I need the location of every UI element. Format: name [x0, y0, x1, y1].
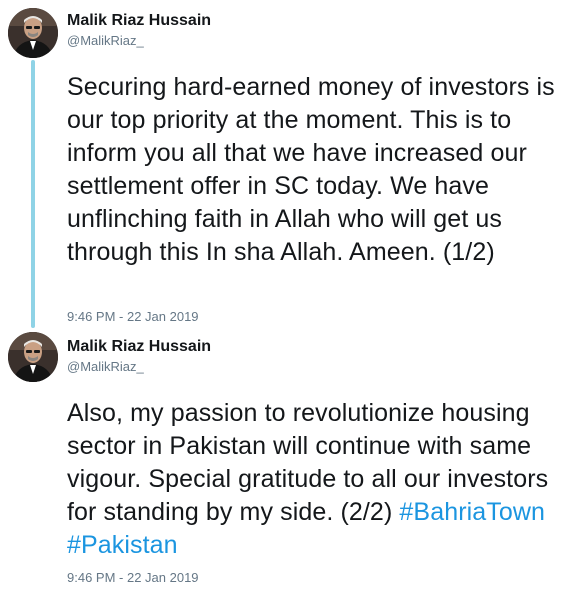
tweet-timestamp[interactable]: 9:46 PM - 22 Jan 2019: [67, 570, 199, 586]
profile-photo-icon: [8, 8, 58, 58]
hashtag-link[interactable]: #BahriaTown: [399, 498, 545, 526]
tweet-header: Malik Riaz Hussain @MalikRiaz_: [67, 11, 211, 50]
username-handle[interactable]: @MalikRiaz_: [67, 358, 211, 376]
tweet-text: Securing hard-earned money of investors …: [67, 73, 555, 266]
tweet-header: Malik Riaz Hussain @MalikRiaz_: [67, 337, 211, 376]
avatar[interactable]: [8, 332, 58, 382]
profile-photo-icon: [8, 332, 58, 382]
hashtag-link[interactable]: #Pakistan: [67, 531, 178, 559]
tweet[interactable]: Malik Riaz Hussain @MalikRiaz_ Securing …: [0, 0, 577, 330]
tweet[interactable]: Malik Riaz Hussain @MalikRiaz_ Also, my …: [0, 330, 577, 599]
display-name[interactable]: Malik Riaz Hussain: [67, 11, 211, 31]
username-handle[interactable]: @MalikRiaz_: [67, 32, 211, 50]
thread-connector-line: [31, 60, 35, 328]
avatar[interactable]: [8, 8, 58, 58]
tweet-timestamp[interactable]: 9:46 PM - 22 Jan 2019: [67, 309, 199, 325]
tweet-text: Also, my passion to revolutionize housin…: [67, 397, 572, 562]
display-name[interactable]: Malik Riaz Hussain: [67, 337, 211, 357]
